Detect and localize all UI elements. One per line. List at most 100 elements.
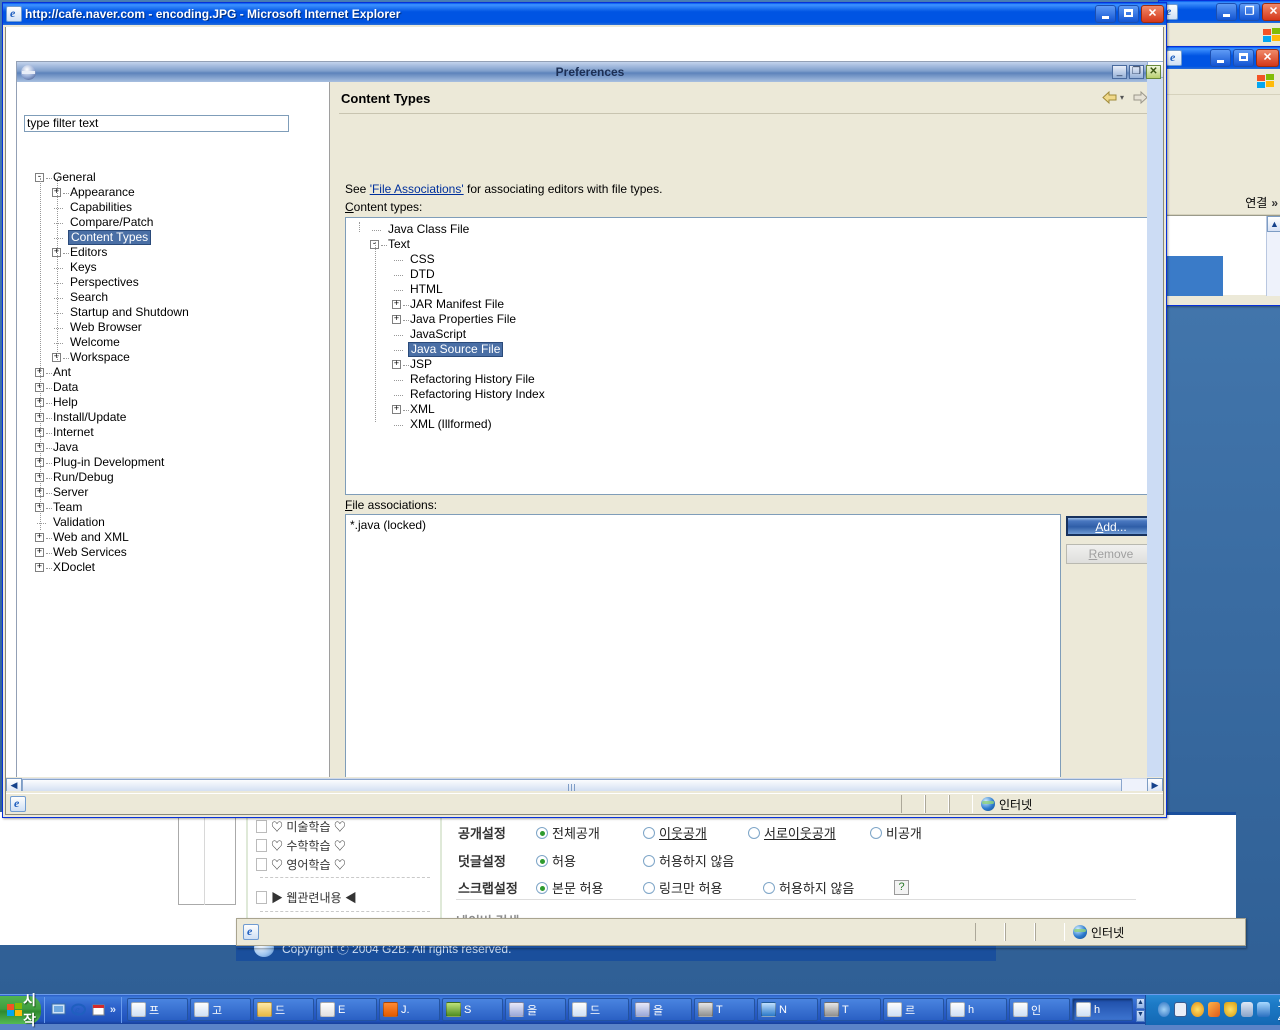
kr-category-label[interactable]: ▶ 웹관련내용 ◀ [271, 891, 357, 905]
kr-radio-option[interactable]: 허용하지 않음 [763, 878, 854, 897]
main-window-sysbuttons[interactable]: ✕ [1095, 5, 1164, 23]
kr-radio-label[interactable]: 허용하지 않음 [779, 878, 854, 897]
messenger-icon[interactable] [1191, 1002, 1204, 1017]
tree-item-label[interactable]: Welcome [70, 335, 120, 350]
tree-item-label[interactable]: Appearance [70, 185, 135, 200]
background-window-2[interactable]: ✕ 연결 » ▲ [1162, 46, 1280, 306]
close-button[interactable]: ✕ [1262, 3, 1280, 21]
kr-radio-label[interactable]: 허용하지 않음 [659, 851, 734, 870]
tree-item-label[interactable]: Java [53, 440, 78, 455]
tree-item-label[interactable]: Search [70, 290, 108, 305]
network-icon[interactable] [1240, 1002, 1254, 1017]
taskbar-button[interactable]: h [1072, 998, 1134, 1021]
minimize-button[interactable] [1095, 5, 1116, 23]
tree-item-label[interactable]: Help [53, 395, 78, 410]
scroll-left-button[interactable]: ◀ [6, 777, 22, 791]
kr-radio-option[interactable]: 허용하지 않음 [643, 851, 734, 870]
radio-button-icon[interactable] [643, 881, 655, 894]
maximize-button[interactable] [1118, 5, 1139, 23]
taskbar-scroll-down[interactable]: ▼ [1136, 1010, 1145, 1022]
preferences-category-tree[interactable]: - General + Appearance Capabilities Compare/P… [35, 170, 325, 575]
tree-item-label[interactable]: DTD [410, 267, 435, 282]
scrollbar-vertical[interactable]: ▲ [1266, 216, 1280, 296]
tree-item-label[interactable]: Capabilities [70, 200, 132, 215]
taskbar-button[interactable]: T [820, 998, 882, 1021]
internet-explorer-icon[interactable]: e [70, 1001, 87, 1018]
tree-item[interactable]: + Server [35, 485, 325, 500]
tree-item[interactable]: Compare/Patch [35, 215, 325, 230]
tree-item-label[interactable]: Validation [53, 515, 105, 530]
tree-item[interactable]: Welcome [35, 335, 325, 350]
file-associations-list[interactable]: *.java (locked) [345, 514, 1061, 791]
tree-item-label[interactable]: CSS [410, 252, 435, 267]
minimize-button[interactable] [1210, 49, 1231, 67]
kr-category-item[interactable]: ▶ 웹관련내용 ◀ [256, 889, 446, 906]
taskbar-button[interactable]: N [757, 998, 819, 1021]
preferences-dialog[interactable]: Preferences _ ❐ ✕ type filter text - Gene… [16, 61, 1163, 791]
tree-item-label[interactable]: General [53, 170, 96, 185]
kr-category-item[interactable]: ♡ 영어학습 ♡ [256, 856, 446, 873]
tree-item-label[interactable]: Install/Update [53, 410, 126, 425]
tree-item-label[interactable]: XML [410, 402, 435, 417]
tree-item-label[interactable]: Refactoring History File [410, 372, 535, 387]
tree-item-label[interactable]: HTML [410, 282, 443, 297]
mdi-minimize-button[interactable]: _ [1112, 65, 1127, 79]
taskbar-scroll-spinner[interactable]: ▲ ▼ [1136, 997, 1145, 1022]
kr-radio-label[interactable]: 전체공개 [552, 823, 600, 842]
tree-item[interactable]: Perspectives [35, 275, 325, 290]
scroll-right-button[interactable]: ▶ [1147, 777, 1163, 791]
background-window-2-titlebar[interactable]: ✕ [1163, 47, 1280, 69]
kaspersky-icon[interactable] [1174, 1002, 1188, 1017]
taskbar-button[interactable]: 고 [190, 998, 252, 1021]
tree-item[interactable]: + Workspace [35, 350, 325, 365]
taskbar-button[interactable]: E [316, 998, 378, 1021]
taskbar-button[interactable]: 인 [1009, 998, 1071, 1021]
expand-icon[interactable]: + [392, 300, 401, 309]
radio-button-icon[interactable] [763, 881, 775, 894]
list-item[interactable]: *.java (locked) [350, 518, 426, 532]
tree-item-label[interactable]: Run/Debug [53, 470, 114, 485]
radio-button-icon[interactable] [536, 826, 548, 839]
close-button[interactable]: ✕ [1141, 5, 1164, 23]
tree-item-label[interactable]: Text [388, 237, 410, 252]
file-associations-link[interactable]: 'File Associations' [370, 182, 464, 196]
radio-button-icon[interactable] [870, 826, 882, 839]
mdi-close-button[interactable]: ✕ [1146, 65, 1161, 79]
back-dropdown-caret-icon[interactable]: ▾ [1120, 93, 1124, 102]
expand-icon[interactable]: + [392, 360, 401, 369]
system-tray[interactable]: 오후 4:13 [1144, 994, 1280, 1025]
add-button[interactable]: Add... [1066, 516, 1156, 536]
back-arrow-icon[interactable] [1101, 90, 1118, 105]
taskbar-button[interactable]: h [946, 998, 1008, 1021]
preferences-titlebar[interactable]: Preferences _ ❐ ✕ [17, 62, 1163, 82]
tree-item-label[interactable]: XDoclet [53, 560, 95, 575]
kr-radio-option[interactable]: 허용 [536, 851, 576, 870]
taskbar-button[interactable]: S [442, 998, 504, 1021]
expand-icon[interactable]: + [35, 548, 44, 557]
radio-button-icon[interactable] [536, 881, 548, 894]
kr-radio-option[interactable]: 본문 허용 [536, 878, 603, 897]
show-hidden-icons-icon[interactable] [1157, 1002, 1171, 1017]
tree-item[interactable]: Search [35, 290, 325, 305]
tree-item-label[interactable]: Keys [70, 260, 97, 275]
tree-item-label[interactable]: Editors [70, 245, 107, 260]
tree-item[interactable]: Validation [35, 515, 325, 530]
taskbar-button[interactable]: 드 [253, 998, 315, 1021]
tree-item-label[interactable]: Web and XML [53, 530, 129, 545]
hscroll-track[interactable] [22, 777, 1147, 791]
tree-item[interactable]: + Java [35, 440, 325, 455]
kr-category-label[interactable]: ♡ 수학학습 ♡ [271, 839, 346, 853]
shield-icon[interactable] [1224, 1002, 1237, 1017]
tree-item-label[interactable]: JAR Manifest File [410, 297, 504, 312]
tree-item[interactable]: + Run/Debug [35, 470, 325, 485]
minimize-button[interactable] [1216, 3, 1237, 21]
background-window-2-addressbar[interactable]: 연결 » [1163, 191, 1280, 215]
kr-radio-label[interactable]: 링크만 허용 [659, 878, 722, 897]
notepad-icon[interactable] [90, 1001, 107, 1018]
radio-button-icon[interactable] [748, 826, 760, 839]
tree-item-label[interactable]: Data [53, 380, 78, 395]
main-window-titlebar[interactable]: http://cafe.naver.com - encoding.JPG - M… [3, 3, 1166, 25]
content-types-tree-box[interactable]: Java Class File - Text CSS DTD HTML + JAR Manif… [345, 217, 1157, 495]
close-button[interactable]: ✕ [1256, 49, 1279, 67]
maximize-button[interactable] [1233, 49, 1254, 67]
